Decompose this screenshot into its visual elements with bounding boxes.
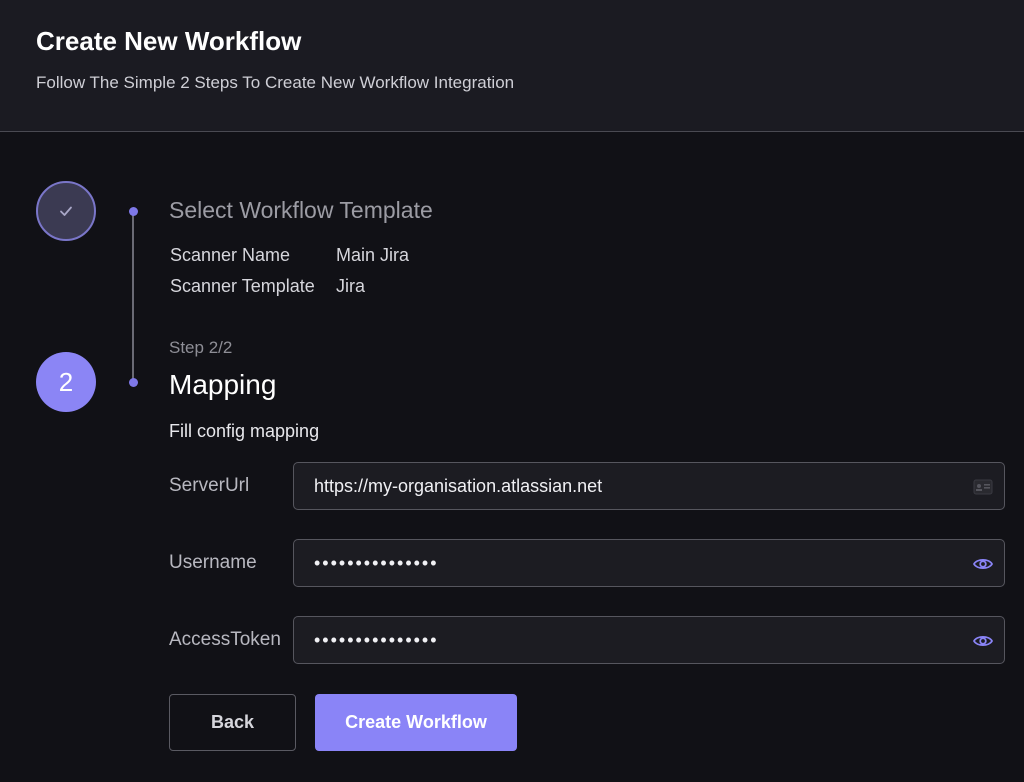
summary-label-scanner-template: Scanner Template [170,276,315,296]
username-label: Username [169,552,257,573]
checkmark-icon [60,206,72,216]
summary-label-scanner-name: Scanner Name [170,245,291,265]
eye-icon[interactable] [972,554,994,574]
access-token-input[interactable]: ••••••••••••••• [293,616,1005,664]
step-2-description: Fill config mapping [169,421,320,441]
server-url-label: ServerUrl [169,475,250,496]
step-2-title: Mapping [169,369,277,400]
timeline-dot-step-1 [128,207,138,216]
back-button[interactable]: Back [169,694,296,751]
step-2-active-indicator: 2 [36,352,96,412]
page-title: Create New Workflow [36,26,302,56]
server-url-value: https://my-organisation.atlassian.net [314,475,603,496]
contact-card-icon[interactable] [972,477,994,497]
username-masked-value: ••••••••••••••• [314,552,439,573]
username-input[interactable]: ••••••••••••••• [293,539,1005,587]
access-token-masked-value: ••••••••••••••• [314,629,439,650]
page-subtitle: Follow The Simple 2 Steps To Create New … [36,73,515,92]
create-workflow-button[interactable]: Create Workflow [315,694,517,751]
eye-icon[interactable] [972,631,994,651]
page-header: Create New Workflow Follow The Simple 2 … [0,0,1024,132]
step-1-completed-indicator [36,181,96,241]
server-url-input[interactable]: https://my-organisation.atlassian.net [293,462,1005,510]
step-counter: Step 2/2 [169,338,233,357]
wizard-body: 2 Select Workflow Template Scanner Name … [0,133,1024,782]
access-token-label: AccessToken [169,629,281,650]
summary-value-scanner-template: Jira [336,276,366,296]
summary-value-scanner-name: Main Jira [336,245,410,265]
step-1-title: Select Workflow Template [169,197,433,223]
timeline-dot-step-2 [128,378,138,387]
step-timeline-line [132,211,134,383]
